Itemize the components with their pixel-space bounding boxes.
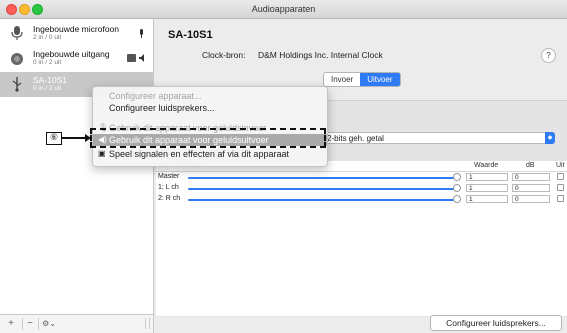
waarde-field[interactable]: 1 xyxy=(466,184,508,192)
microphone-icon xyxy=(11,26,23,40)
device-item-built-in-microphone[interactable]: Ingebouwde microfoon 2 in / 0 uit xyxy=(0,21,153,46)
column-header-uit: Uit xyxy=(556,162,565,169)
usb-icon xyxy=(12,77,22,92)
volume-slider-knob[interactable] xyxy=(453,184,461,192)
audio-devices-window: Audioapparaten Ingebouwde microfoon 2 in… xyxy=(0,0,567,333)
gear-menu-button[interactable]: ⚙︎⌄ xyxy=(38,318,59,330)
volume-slider-track[interactable] xyxy=(188,188,455,190)
speaker-icon xyxy=(11,53,23,65)
select-chevron-icon: ◆ xyxy=(545,132,555,144)
format-select-value: 2-bits geh. getal xyxy=(327,134,384,143)
menu-item-configure-speakers[interactable]: Configureer luidsprekers... xyxy=(93,102,327,114)
default-output-badge-icon xyxy=(127,54,147,65)
volume-slider-knob[interactable] xyxy=(453,173,461,181)
alert-icon: ▣ xyxy=(98,149,106,158)
default-input-badge-icon xyxy=(138,29,145,41)
db-field[interactable]: 0 xyxy=(512,173,550,181)
mute-checkbox[interactable] xyxy=(557,195,564,202)
device-context-menu: Configureer apparaat... Configureer luid… xyxy=(92,86,328,167)
configure-speakers-button[interactable]: Configureer luidsprekers... xyxy=(430,315,562,331)
menu-item-label: Speel signalen en effecten af via dit ap… xyxy=(109,149,289,159)
window-title: Audioapparaten xyxy=(251,4,316,14)
add-device-button[interactable]: + xyxy=(4,318,18,330)
clock-source-value: D&M Holdings Inc. Internal Clock xyxy=(258,50,383,60)
device-io-count: 0 in / 2 uit xyxy=(33,59,62,66)
annotation-arrow-head-icon xyxy=(85,134,91,142)
channel-label: 1: L ch xyxy=(158,184,179,191)
device-name: SA-10S1 xyxy=(33,75,68,85)
remove-device-button[interactable]: − xyxy=(22,318,37,330)
device-item-built-in-output[interactable]: Ingebouwde uitgang 0 in / 2 uit xyxy=(0,46,153,71)
title-bar: Audioapparaten xyxy=(0,0,567,19)
device-title: SA-10S1 xyxy=(168,29,213,41)
volume-slider-knob[interactable] xyxy=(453,195,461,203)
db-field[interactable]: 0 xyxy=(512,195,550,203)
format-select[interactable]: 2-bits geh. getal ◆ xyxy=(322,132,555,144)
io-tab-control: Invoer Uitvoer xyxy=(323,72,401,87)
channel-label: 2: R ch xyxy=(158,195,181,202)
menu-item-play-alerts[interactable]: ▣ Speel signalen en effecten af via dit … xyxy=(93,148,327,160)
menu-item-configure-device[interactable]: Configureer apparaat... xyxy=(93,90,327,102)
waarde-field[interactable]: 1 xyxy=(466,195,508,203)
waarde-field[interactable]: 1 xyxy=(466,173,508,181)
volume-slider-track[interactable] xyxy=(188,177,455,179)
volume-table: Kan Volume Waarde dB Uit Master 1 0 1: L… xyxy=(156,161,567,316)
device-name: Ingebouwde microfoon xyxy=(33,24,120,34)
mute-checkbox[interactable] xyxy=(557,184,564,191)
channel-label: Master xyxy=(158,173,180,180)
db-field[interactable]: 0 xyxy=(512,184,550,192)
table-row-r-ch: 2: R ch 1 0 xyxy=(156,194,567,204)
menu-item-label: Configureer luidsprekers... xyxy=(109,103,215,113)
sidebar-toolbar: + − ⚙︎⌄ xyxy=(0,314,154,333)
volume-slider-track[interactable] xyxy=(188,199,455,201)
device-io-count: 2 in / 0 uit xyxy=(33,34,62,41)
help-button[interactable]: ? xyxy=(541,48,556,63)
table-row-l-ch: 1: L ch 1 0 xyxy=(156,183,567,193)
table-row-master: Master 1 0 xyxy=(156,172,567,182)
menu-item-label: Configureer apparaat... xyxy=(109,91,202,101)
annotation-callout-box xyxy=(90,128,326,148)
device-name: Ingebouwde uitgang xyxy=(33,49,110,59)
mute-checkbox[interactable] xyxy=(557,173,564,180)
column-header-db: dB xyxy=(526,162,535,169)
device-io-count: 0 in / 2 uit xyxy=(33,85,62,92)
annotation-number-label: ⑥ xyxy=(46,132,62,145)
tab-uitvoer[interactable]: Uitvoer xyxy=(360,73,400,86)
tab-invoer[interactable]: Invoer xyxy=(324,73,361,86)
resize-handle[interactable] xyxy=(145,318,150,329)
clock-source-label: Clock-bron: xyxy=(202,50,246,60)
column-header-waarde: Waarde xyxy=(474,162,499,169)
